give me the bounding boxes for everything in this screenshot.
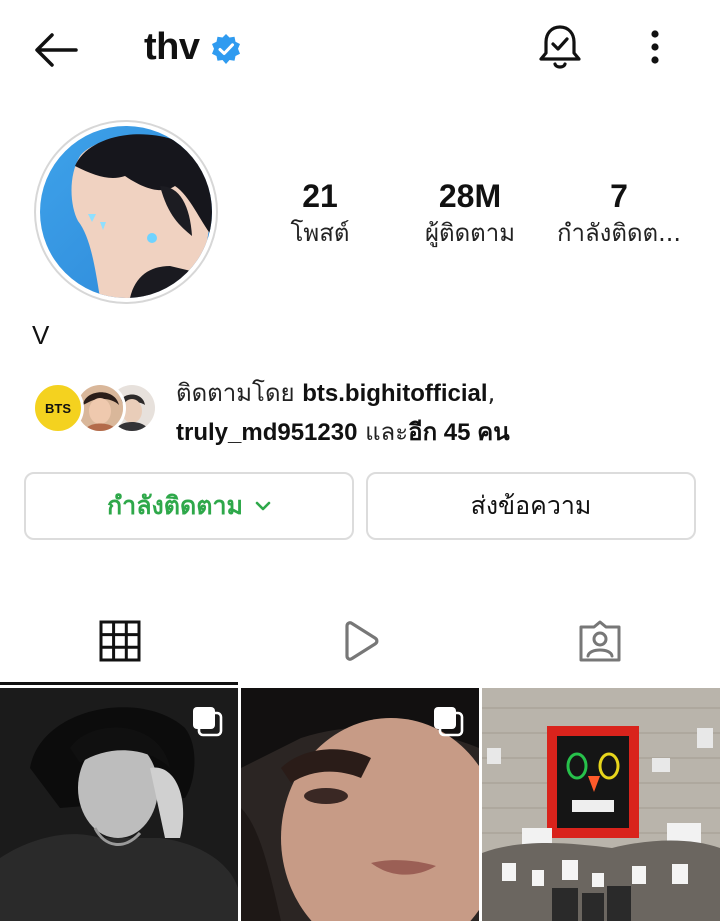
bts-avatar-text: BTS — [45, 400, 71, 416]
message-button-label: ส่งข้อความ — [470, 491, 592, 520]
following-button[interactable]: กำลังติดตาม — [24, 472, 354, 540]
following-button-label: กำลังติดตาม — [107, 491, 243, 520]
bio-name: V — [32, 320, 50, 350]
followed-by-prefix: ติดตามโดย — [176, 379, 303, 407]
stat-following[interactable]: 7 กำลังติดต... — [548, 176, 690, 250]
following-label: กำลังติดต... — [556, 219, 682, 247]
notification-bell-icon[interactable] — [536, 22, 584, 72]
stat-followers[interactable]: 28M ผู้ติดตาม — [412, 176, 528, 250]
profile-avatar[interactable] — [40, 126, 212, 298]
back-arrow-icon[interactable] — [28, 28, 84, 72]
multiple-photos-icon — [193, 707, 223, 737]
post-thumbnail-3[interactable] — [482, 688, 720, 921]
followed-by-user2[interactable]: truly_md951230 — [176, 419, 357, 446]
followers-label: ผู้ติดตาม — [424, 219, 516, 247]
followed-by-user1[interactable]: bts.bighitofficial — [302, 380, 487, 407]
post-thumbnail-1[interactable] — [0, 688, 238, 921]
tab-reels[interactable] — [240, 596, 480, 686]
chevron-down-icon — [255, 501, 271, 511]
following-count: 7 — [610, 178, 628, 214]
top-bar: thv — [0, 0, 720, 100]
tab-tagged[interactable] — [480, 596, 720, 686]
tab-posts-grid[interactable] — [0, 596, 240, 686]
followed-by-sep: , — [487, 379, 496, 407]
profile-tabs — [0, 596, 720, 686]
followed-by-others[interactable]: อีก 45 คน — [408, 419, 509, 446]
verified-badge-icon — [210, 33, 242, 65]
followers-count: 28M — [438, 178, 502, 214]
multiple-photos-icon — [434, 707, 464, 737]
message-button[interactable]: ส่งข้อความ — [366, 472, 696, 540]
posts-count: 21 — [302, 178, 338, 214]
tagged-icon — [579, 620, 621, 662]
grid-icon — [99, 620, 141, 662]
post-thumbnail-2[interactable] — [241, 688, 479, 921]
stat-posts[interactable]: 21 โพสต์ — [270, 176, 370, 250]
bts-avatar[interactable]: BTS — [32, 382, 84, 434]
followed-by-text: ติดตามโดย bts.bighitofficial, truly_md95… — [176, 374, 696, 452]
followed-by-and: และ — [357, 418, 409, 446]
more-options-icon[interactable] — [640, 26, 670, 70]
active-tab-indicator — [0, 682, 238, 685]
reels-icon — [345, 621, 379, 661]
posts-label: โพสต์ — [290, 219, 350, 247]
profile-username: thv — [144, 26, 200, 68]
